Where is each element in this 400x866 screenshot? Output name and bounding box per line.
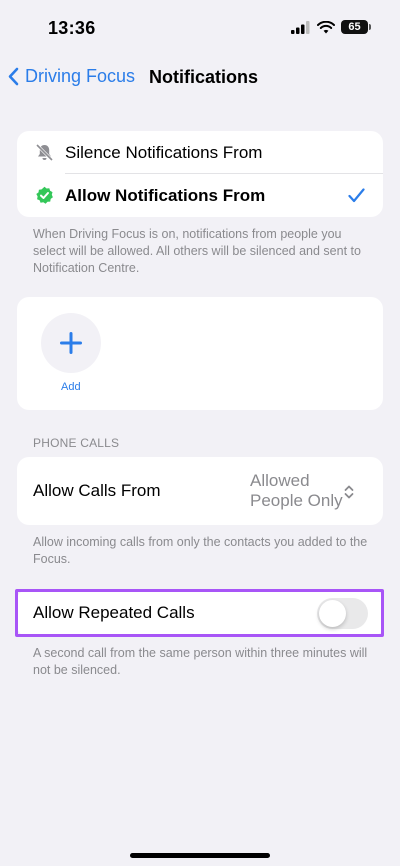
add-person-label: Add xyxy=(61,381,81,393)
allow-repeated-calls-label: Allow Repeated Calls xyxy=(33,603,195,622)
chevron-left-icon xyxy=(8,67,19,86)
allow-repeated-calls-toggle[interactable] xyxy=(317,597,368,629)
silence-notifications-option[interactable]: Silence Notifications From xyxy=(17,131,383,174)
allow-repeated-calls-row: Allow Repeated Calls xyxy=(17,590,383,636)
allow-calls-from-value: Allowed People Only xyxy=(250,471,343,511)
allow-calls-from-label: Allow Calls From xyxy=(33,481,161,500)
allow-calls-value-line1: Allowed xyxy=(250,471,310,490)
repeated-calls-card: Allow Repeated Calls xyxy=(17,590,383,636)
bell-slash-icon xyxy=(35,143,54,162)
battery-icon: 65 xyxy=(341,20,371,34)
checkmark-icon xyxy=(348,188,365,203)
plus-icon xyxy=(60,332,82,354)
allow-notifications-label: Allow Notifications From xyxy=(65,185,266,205)
notifications-mode-footer: When Driving Focus is on, notifications … xyxy=(33,227,361,275)
page-title: Notifications xyxy=(149,67,259,87)
phone-calls-footer: Allow incoming calls from only the conta… xyxy=(33,535,368,566)
notification-mode-card: Silence Notifications From Allow Notific… xyxy=(17,131,383,217)
add-person-button[interactable] xyxy=(41,313,101,373)
status-icons: 65 xyxy=(291,20,371,34)
back-button-label: Driving Focus xyxy=(25,66,136,86)
cellular-signal-icon xyxy=(291,20,310,34)
allowed-people-card: Add xyxy=(17,297,383,410)
back-button[interactable]: Driving Focus xyxy=(8,66,135,87)
phone-calls-card: Allow Calls From Allowed People Only xyxy=(17,457,383,525)
status-time: 13:36 xyxy=(48,18,96,38)
wifi-icon xyxy=(317,20,335,33)
chevron-up-down-icon xyxy=(344,485,354,499)
phone-calls-header: PHONE CALLS xyxy=(33,436,120,450)
navigation-bar: Driving Focus Notifications xyxy=(0,60,400,96)
toggle-knob xyxy=(319,599,346,627)
allow-calls-from-row[interactable]: Allow Calls From Allowed People Only xyxy=(17,457,383,525)
home-indicator xyxy=(130,853,270,858)
silence-notifications-label: Silence Notifications From xyxy=(65,142,263,162)
checkmark-seal-icon xyxy=(36,186,53,204)
repeated-calls-footer: A second call from the same person withi… xyxy=(33,646,368,677)
allow-calls-value-line2: People Only xyxy=(250,491,343,510)
status-bar: 13:36 65 xyxy=(0,0,400,56)
allow-notifications-option[interactable]: Allow Notifications From xyxy=(17,174,383,217)
